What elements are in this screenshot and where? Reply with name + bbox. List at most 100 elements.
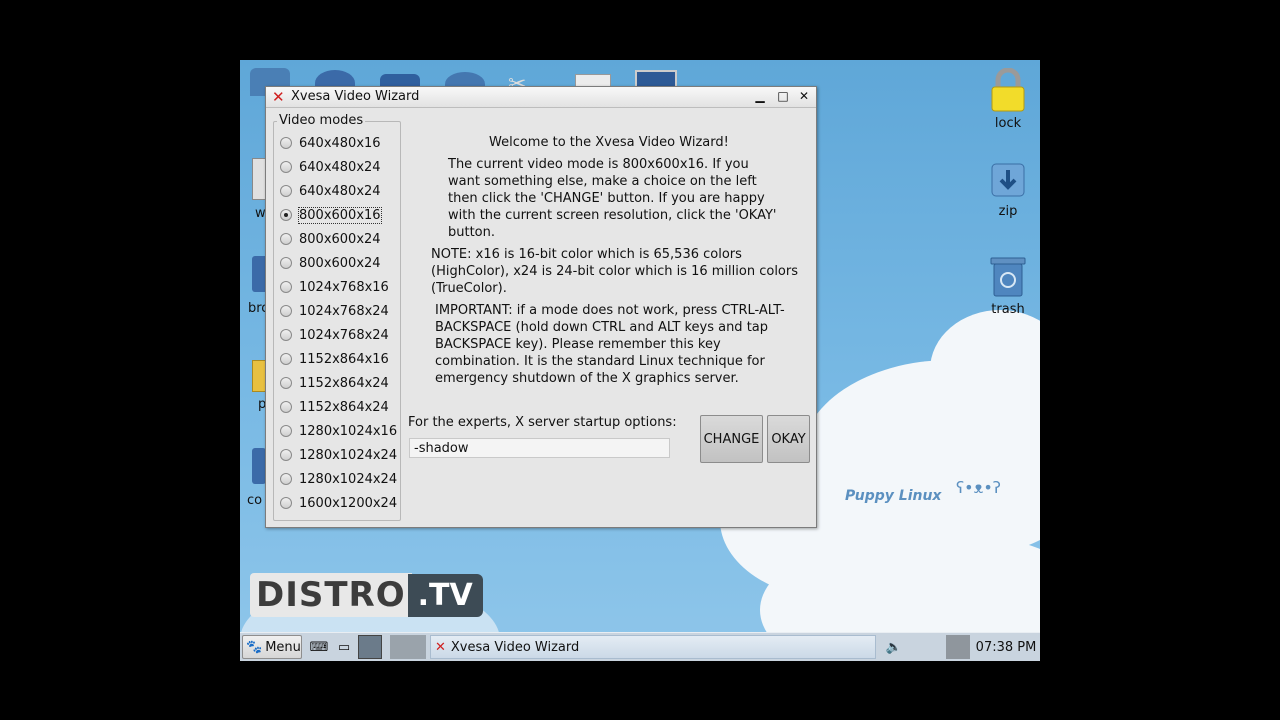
change-button[interactable]: CHANGE xyxy=(700,415,763,463)
logo-text-right: .TV xyxy=(407,573,483,617)
experts-label: For the experts, X server startup option… xyxy=(408,415,677,430)
radio-label: 1024x768x16 xyxy=(299,279,389,295)
radio-button-checked[interactable] xyxy=(280,209,292,221)
desktop-switcher-1[interactable] xyxy=(358,635,382,659)
radio-button[interactable] xyxy=(280,281,292,293)
window-titlebar[interactable]: ✕ Xvesa Video Wizard ▁ □ ✕ xyxy=(266,87,816,108)
logo-text-left: DISTRO xyxy=(250,573,412,617)
zip-drive-icon xyxy=(991,163,1025,197)
radio-label: 1280x1024x24 xyxy=(299,447,398,463)
zip-label: zip xyxy=(998,204,1018,219)
radio-label: 1152x864x24 xyxy=(299,399,389,415)
radio-label: 1024x768x24 xyxy=(299,303,389,319)
padlock-icon xyxy=(991,68,1025,112)
radio-label: 1280x1024x24 xyxy=(299,471,398,487)
text-line: then click the 'CHANGE' button. If you a… xyxy=(448,191,765,206)
taskbar-task-xvesa[interactable]: ✕ Xvesa Video Wizard xyxy=(430,635,876,659)
text-line: want something else, make a choice on th… xyxy=(448,174,757,189)
text-line: IMPORTANT: if a mode does not work, pres… xyxy=(435,303,785,318)
radio-option[interactable]: 1024x768x24 xyxy=(280,324,389,346)
radio-button[interactable] xyxy=(280,401,292,413)
radio-option[interactable]: 800x600x24 xyxy=(280,228,381,250)
lock-label: lock xyxy=(994,116,1022,131)
tray-block xyxy=(946,635,970,659)
radio-option[interactable]: 800x600x24 xyxy=(280,252,381,274)
zip-desktop-icon[interactable]: zip xyxy=(978,160,1038,219)
radio-button[interactable] xyxy=(280,233,292,245)
maximize-button[interactable]: □ xyxy=(775,88,791,104)
important-text: IMPORTANT: if a mode does not work, pres… xyxy=(435,302,785,387)
drive-tray-icon[interactable]: ▭ xyxy=(334,635,354,659)
text-line: BACKSPACE (hold down CTRL and ALT keys a… xyxy=(435,320,769,335)
radio-button[interactable] xyxy=(280,377,292,389)
radio-label: 800x600x24 xyxy=(299,231,381,247)
x-app-icon: ✕ xyxy=(435,639,446,655)
radio-button[interactable] xyxy=(280,257,292,269)
text-line: NOTE: x16 is 16-bit color which is 65,53… xyxy=(431,247,742,262)
radio-label: 800x600x16 xyxy=(298,206,382,224)
okay-button[interactable]: OKAY xyxy=(767,415,810,463)
radio-option[interactable]: 1280x1024x24 xyxy=(280,444,397,466)
lock-desktop-icon[interactable]: lock xyxy=(978,68,1038,131)
task-label: Xvesa Video Wizard xyxy=(450,639,580,655)
radio-button[interactable] xyxy=(280,329,292,341)
xserver-options-input[interactable]: -shadow xyxy=(409,438,670,458)
radio-option[interactable]: 640x480x16 xyxy=(280,132,381,154)
radio-label: 1152x864x16 xyxy=(299,351,389,367)
speaker-icon[interactable]: 🔈 xyxy=(884,635,904,659)
radio-option[interactable]: 1280x1024x24 xyxy=(280,468,397,490)
trash-icon xyxy=(990,257,1026,297)
radio-option[interactable]: 1280x1024x16 xyxy=(280,420,397,442)
clock[interactable]: 07:38 PM xyxy=(972,635,1040,659)
radio-button[interactable] xyxy=(280,305,292,317)
connect-icon[interactable] xyxy=(252,448,266,484)
taskbar: 🐾 Menu ⌨ ▭ ✕ Xvesa Video Wizard 🔈 07:38 … xyxy=(240,632,1040,661)
radio-button[interactable] xyxy=(280,185,292,197)
radio-button[interactable] xyxy=(280,449,292,461)
radio-button[interactable] xyxy=(280,161,292,173)
radio-label: 640x480x24 xyxy=(299,183,381,199)
radio-label: 1024x768x24 xyxy=(299,327,389,343)
trash-desktop-icon[interactable]: trash xyxy=(978,256,1038,317)
radio-button[interactable] xyxy=(280,137,292,149)
radio-option[interactable]: 1152x864x16 xyxy=(280,348,389,370)
trash-label: trash xyxy=(991,302,1025,317)
video-modes-legend: Video modes xyxy=(277,113,366,128)
x-app-icon: ✕ xyxy=(272,88,285,106)
text-line: emergency shutdown of the X graphics ser… xyxy=(435,371,739,386)
radio-label: 640x480x16 xyxy=(299,135,381,151)
text-line: button. xyxy=(448,225,496,240)
radio-button[interactable] xyxy=(280,497,292,509)
radio-button[interactable] xyxy=(280,473,292,485)
minimize-button[interactable]: ▁ xyxy=(752,88,768,104)
radio-option[interactable]: 1152x864x24 xyxy=(280,396,389,418)
xvesa-video-wizard-window: ✕ Xvesa Video Wizard ▁ □ ✕ Video modes 6… xyxy=(265,86,817,528)
radio-option[interactable]: 1152x864x24 xyxy=(280,372,389,394)
menu-button[interactable]: 🐾 Menu xyxy=(242,635,302,659)
text-line: combination. It is the standard Linux te… xyxy=(435,354,765,369)
menu-label: Menu xyxy=(265,639,301,655)
radio-option[interactable]: 1024x768x24 xyxy=(280,300,389,322)
radio-option[interactable]: 1600x1200x24 xyxy=(280,492,397,514)
text-line: BACKSPACE key). Please remember this key xyxy=(435,337,721,352)
desktop-switcher-2[interactable] xyxy=(390,635,426,659)
window-title: Xvesa Video Wizard xyxy=(291,89,420,104)
radio-button[interactable] xyxy=(280,353,292,365)
radio-option[interactable]: 640x480x24 xyxy=(280,180,381,202)
puppy-logo-icon: ʕ•ᴥ•ʔ xyxy=(956,478,1001,497)
current-mode-text: The current video mode is 800x600x16. If… xyxy=(448,156,777,241)
radio-option[interactable]: 640x480x24 xyxy=(280,156,381,178)
radio-label: 1600x1200x24 xyxy=(299,495,398,511)
radio-option[interactable]: 1024x768x16 xyxy=(280,276,389,298)
distro-tv-logo: DISTRO .TV xyxy=(250,572,483,618)
radio-option-selected[interactable]: 800x600x16 xyxy=(280,204,382,226)
text-line: (HighColor), x24 is 24-bit color which i… xyxy=(431,264,798,279)
note-text: NOTE: x16 is 16-bit color which is 65,53… xyxy=(431,246,798,297)
text-line: The current video mode is 800x600x16. If… xyxy=(448,157,749,172)
radio-label: 1280x1024x16 xyxy=(299,423,398,439)
keyboard-icon[interactable]: ⌨ xyxy=(310,635,329,659)
text-line: (TrueColor). xyxy=(431,281,507,296)
welcome-heading: Welcome to the Xvesa Video Wizard! xyxy=(489,135,729,150)
radio-button[interactable] xyxy=(280,425,292,437)
close-button[interactable]: ✕ xyxy=(796,88,812,104)
